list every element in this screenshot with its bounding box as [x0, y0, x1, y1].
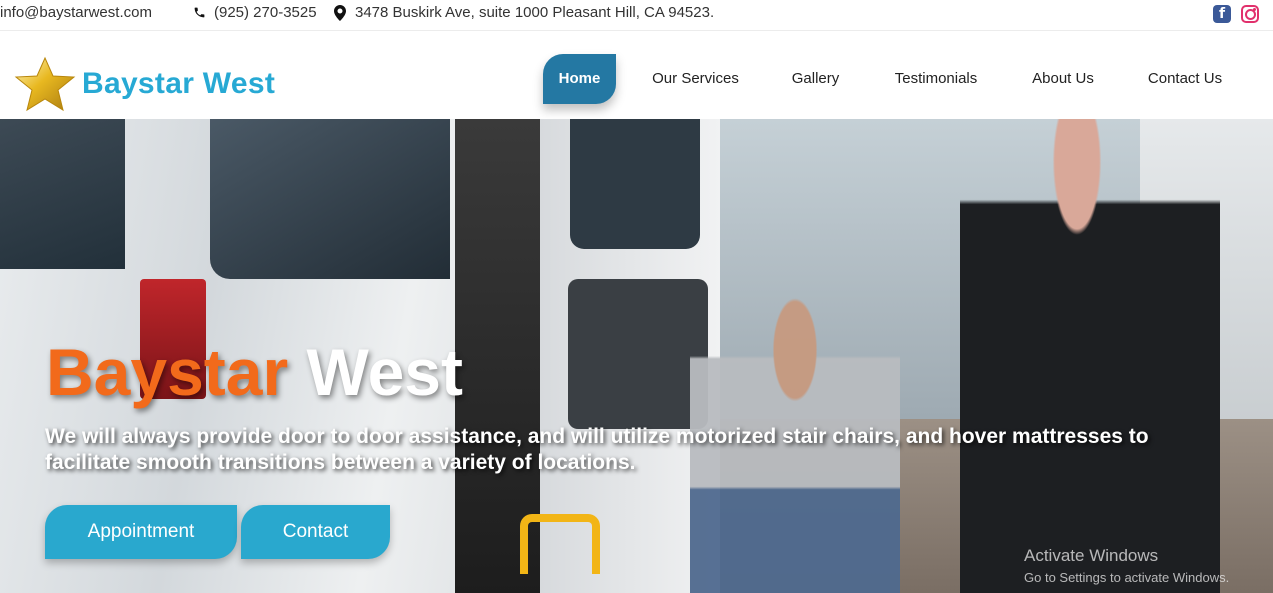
nav-gallery[interactable]: Gallery: [779, 54, 852, 104]
hero-subtitle: We will always provide door to door assi…: [45, 425, 1149, 474]
map-marker-icon: [334, 4, 346, 21]
van-door-panel: [568, 279, 708, 429]
logo-text: Baystar West: [82, 67, 276, 100]
watermark-subtitle: Go to Settings to activate Windows.: [1024, 570, 1230, 585]
hero-title: Baystar West: [46, 337, 463, 407]
person-assisting: [960, 119, 1220, 593]
van-window: [210, 119, 450, 279]
contact-button[interactable]: Contact: [241, 505, 390, 559]
site-logo[interactable]: Baystar West: [12, 56, 275, 112]
hero-banner: Baystar West We will always provide door…: [0, 119, 1273, 593]
phone-number: (925) 270-3525: [214, 4, 317, 21]
van-window: [0, 119, 125, 269]
appointment-button[interactable]: Appointment: [45, 505, 237, 559]
top-info-bar: info@baystarwest.com (925) 270-3525 3478…: [0, 0, 1273, 31]
address-contact: 3478 Buskirk Ave, suite 1000 Pleasant Hi…: [334, 4, 714, 21]
site-header: Baystar West Home Our Services Gallery T…: [0, 31, 1273, 119]
nav-testimonials[interactable]: Testimonials: [881, 54, 991, 104]
hero-title-part2: West: [306, 335, 464, 409]
facebook-icon[interactable]: f: [1213, 5, 1231, 23]
nav-our-services[interactable]: Our Services: [639, 54, 752, 104]
social-links: f: [1213, 5, 1259, 23]
address-text: 3478 Buskirk Ave, suite 1000 Pleasant Hi…: [355, 4, 715, 21]
star-logo-icon: [14, 56, 76, 112]
watermark-title: Activate Windows: [1024, 546, 1159, 565]
windows-activation-watermark: Activate Windows Go to Settings to activ…: [1024, 545, 1229, 589]
van-door-window: [570, 119, 700, 249]
nav-contact-us[interactable]: Contact Us: [1135, 54, 1235, 104]
wheelchair-lift-rail: [520, 514, 600, 574]
nav-about-us[interactable]: About Us: [1019, 54, 1107, 104]
nav-home[interactable]: Home: [543, 54, 616, 104]
hero-title-part1: Baystar: [46, 335, 289, 409]
email-link[interactable]: info@baystarwest.com: [0, 4, 152, 21]
instagram-icon[interactable]: [1241, 5, 1259, 23]
phone-icon: [194, 7, 205, 18]
phone-contact[interactable]: (925) 270-3525: [193, 4, 317, 21]
